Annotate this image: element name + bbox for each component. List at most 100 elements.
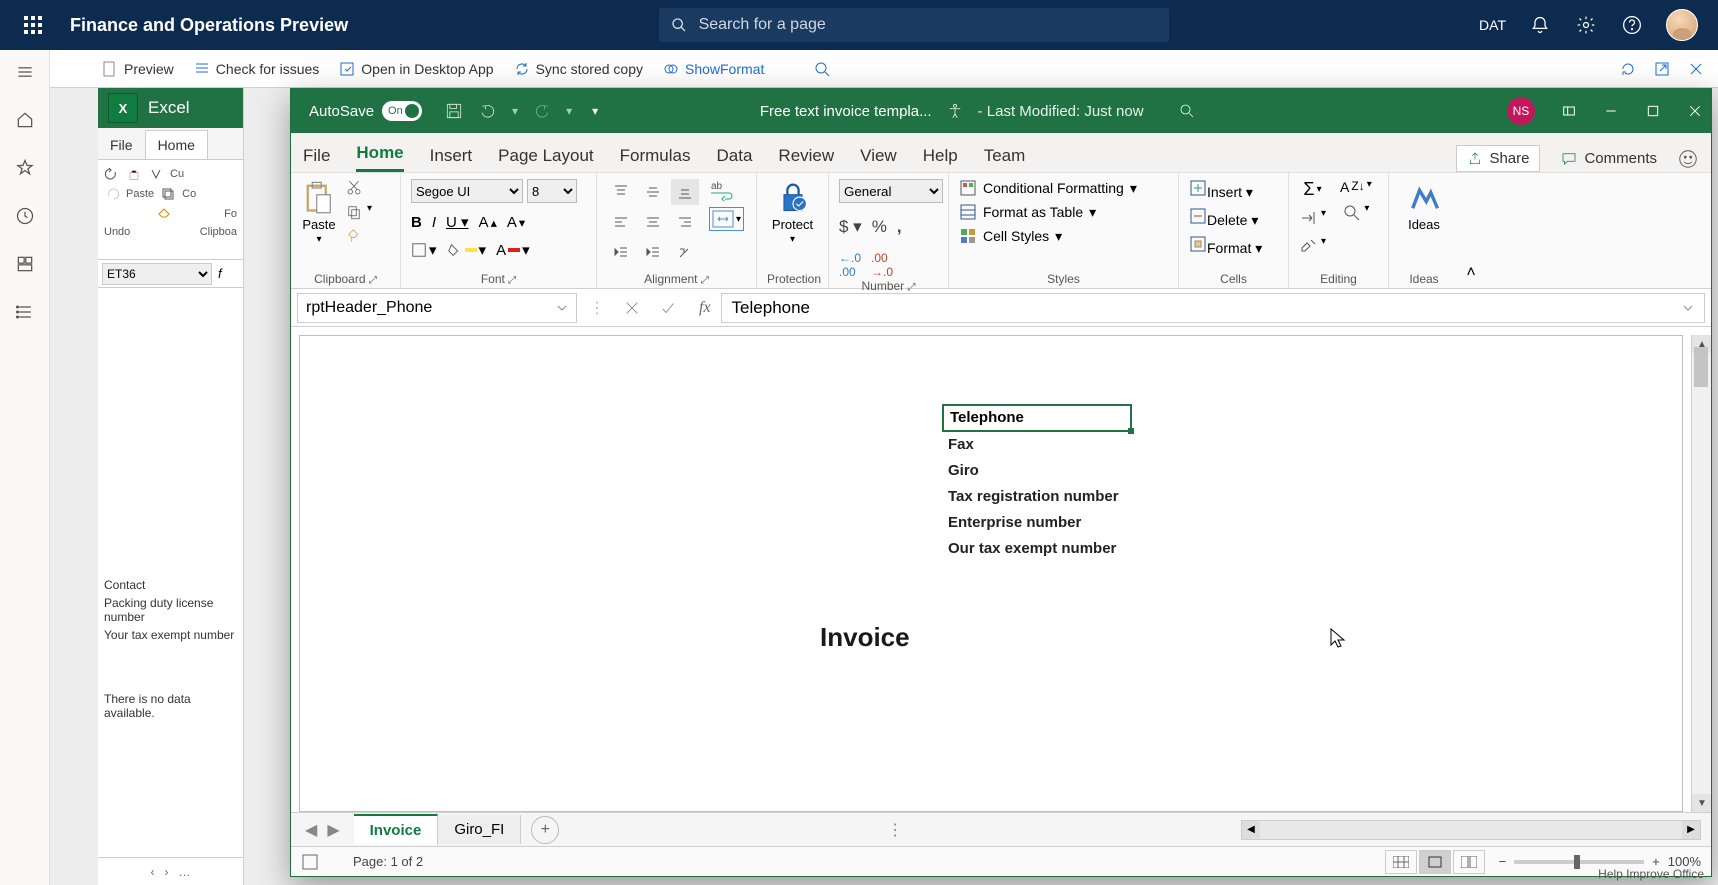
add-sheet-button[interactable]: + [531,816,559,844]
fx-icon[interactable]: fx [689,299,721,317]
formula-bar[interactable]: Telephone [721,293,1705,323]
workspace-icon[interactable] [13,252,37,276]
tab-team[interactable]: Team [984,146,1026,172]
comma-button[interactable]: , [897,217,902,237]
align-center-button[interactable] [639,209,667,235]
open-desktop-button[interactable]: Open in Desktop App [339,61,493,77]
number-format-select[interactable]: General [839,179,943,203]
tab-insert[interactable]: Insert [430,146,473,172]
bold-button[interactable]: B [411,214,422,231]
home-icon[interactable] [13,108,37,132]
align-top-button[interactable] [607,179,635,205]
horizontal-scrollbar[interactable]: ◀▶ [1241,820,1701,840]
help-improve-link[interactable]: Help Improve Office [1598,867,1704,881]
ribbon-display-icon[interactable] [1561,103,1577,119]
cut-icon[interactable] [345,179,363,197]
close-icon[interactable] [1687,103,1703,119]
title-search-icon[interactable] [1178,102,1196,120]
mini-paste[interactable]: Paste [126,188,154,200]
check-issues-button[interactable]: Check for issues [194,61,319,77]
merge-button[interactable]: ▾ [709,207,744,231]
name-box[interactable]: rptHeader_Phone [297,293,577,323]
cell-fax[interactable]: Fax [948,436,974,453]
percent-button[interactable]: % [872,217,887,237]
recent-icon[interactable] [13,204,37,228]
cell-our-tax-exempt[interactable]: Our tax exempt number [948,540,1116,557]
autosave-switch[interactable]: On [382,101,422,121]
undo-icon[interactable] [478,101,498,121]
format-cells-button[interactable]: Format ▾ [1189,235,1262,257]
cell-giro[interactable]: Giro [948,462,979,479]
decrease-decimal-button[interactable]: .00→.0 [871,251,893,279]
mini-home-tab[interactable]: Home [145,130,208,159]
vertical-scrollbar[interactable]: ▲ ▼ [1691,335,1711,812]
increase-decimal-button[interactable]: ←.0.00 [839,251,861,279]
zoom-out-button[interactable]: − [1499,854,1507,869]
paste-button[interactable]: Paste▾ [301,179,337,245]
delete-cells-button[interactable]: Delete ▾ [1189,207,1262,229]
accessibility-icon[interactable] [946,102,964,120]
underline-button[interactable]: U ▾ [446,213,469,231]
autosave-toggle[interactable]: AutoSave On [309,101,422,121]
wrap-text-button[interactable]: ab [709,179,744,201]
modules-icon[interactable] [13,300,37,324]
mini-file-tab[interactable]: File [98,131,145,159]
align-middle-button[interactable] [639,179,667,205]
font-name-select[interactable]: Segoe UI [411,179,523,203]
tab-review[interactable]: Review [778,146,834,172]
shrink-font-button[interactable]: A▾ [507,214,525,231]
mini-bottom-nav[interactable]: ‹›… [98,857,243,885]
normal-view-button[interactable] [1385,850,1417,874]
insert-cells-button[interactable]: Insert ▾ [1189,179,1262,201]
format-painter-icon[interactable] [345,227,363,245]
align-bottom-button[interactable] [671,179,699,205]
invoice-title[interactable]: Invoice [820,622,910,653]
tab-help[interactable]: Help [923,146,958,172]
cancel-formula-icon[interactable] [623,299,641,317]
align-right-button[interactable] [671,209,699,235]
fill-color-button[interactable]: ▾ [447,241,487,259]
font-color-button[interactable]: A▾ [496,241,530,259]
cell-enterprise-number[interactable]: Enterprise number [948,514,1081,531]
app-launcher-icon[interactable] [14,6,52,44]
redo-icon[interactable] [532,101,552,121]
sync-button[interactable]: Sync stored copy [514,61,643,77]
star-icon[interactable] [13,156,37,180]
help-icon[interactable] [1620,13,1644,37]
tab-data[interactable]: Data [717,146,753,172]
popout-icon[interactable] [1654,61,1670,77]
cell-tax-registration[interactable]: Tax registration number [948,488,1119,505]
user-badge[interactable]: NS [1507,97,1535,125]
increase-indent-button[interactable] [639,239,667,265]
sheet-tab-invoice[interactable]: Invoice [354,814,439,845]
cell-styles-button[interactable]: Cell Styles ▾ [959,227,1137,245]
italic-button[interactable]: I [432,214,436,231]
notifications-icon[interactable] [1528,13,1552,37]
collapse-ribbon-icon[interactable]: ˄ [1459,173,1483,288]
orientation-button[interactable] [671,239,699,265]
align-left-button[interactable] [607,209,635,235]
border-button[interactable]: ▾ [411,241,437,259]
ideas-button[interactable]: Ideas [1406,179,1442,232]
tab-formulas[interactable]: Formulas [620,146,691,172]
close-panel-icon[interactable] [1688,61,1704,77]
search-icon[interactable] [814,61,830,77]
hamburger-icon[interactable] [13,60,37,84]
format-as-table-button[interactable]: Format as Table ▾ [959,203,1137,221]
share-button[interactable]: Share [1456,145,1540,172]
conditional-formatting-button[interactable]: Conditional Formatting ▾ [959,179,1137,197]
page-layout-icon[interactable] [301,853,319,871]
save-icon[interactable] [444,101,464,121]
emoji-icon[interactable] [1677,148,1699,170]
comments-button[interactable]: Comments [1560,150,1657,168]
user-avatar[interactable] [1666,9,1698,41]
global-search[interactable]: Search for a page [659,8,1169,42]
tab-file[interactable]: File [303,146,330,172]
show-format-button[interactable]: ShowFormat [663,61,764,77]
cell-telephone[interactable]: Telephone [942,404,1132,432]
minimize-icon[interactable] [1603,103,1619,119]
accept-formula-icon[interactable] [659,299,677,317]
worksheet-area[interactable]: Telephone Fax Giro Tax registration numb… [291,327,1711,812]
accounting-button[interactable]: $ ▾ [839,217,862,237]
decrease-indent-button[interactable] [607,239,635,265]
